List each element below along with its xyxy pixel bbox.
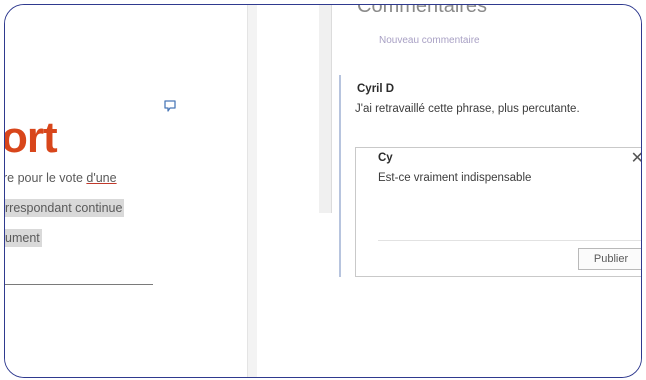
document-line-2: rrespondant continue (5, 199, 125, 217)
document-line-1-text: re pour le vote (4, 171, 87, 185)
reply-separator (378, 240, 641, 241)
document-line-2-highlight: rrespondant continue (5, 199, 125, 217)
document-line-1: re pour le vote d'une (4, 171, 117, 185)
screenshot-frame: ort re pour le vote d'une rrespondant co… (4, 4, 642, 378)
document-line-1-underlined: d'une (86, 171, 117, 185)
publish-button[interactable]: Publier (578, 248, 641, 270)
comments-pane-title: Commentaires (357, 4, 488, 17)
pane-scrollbar[interactable] (319, 5, 332, 213)
comments-pane: Commentaires Nouveau commentaire Cyril D… (257, 5, 641, 377)
document-area: ort re pour le vote d'une rrespondant co… (5, 5, 247, 377)
document-line-3: ument (5, 229, 42, 247)
comment-thread[interactable]: Cyril D J'ai retravaillé cette phrase, p… (339, 75, 641, 277)
new-comment-button[interactable]: Nouveau commentaire (379, 35, 480, 46)
comment-text: J'ai retravaillé cette phrase, plus perc… (355, 103, 580, 115)
comment-marker-icon[interactable] (163, 99, 177, 113)
document-line-3-highlight: ument (5, 229, 42, 247)
reply-box[interactable]: Cy ✕ Est-ce vraiment indispensable Publi… (355, 147, 641, 277)
comment-author: Cyril D (357, 83, 395, 95)
document-rule (5, 284, 153, 285)
close-icon[interactable]: ✕ (631, 148, 641, 168)
document-title: ort (4, 113, 58, 162)
reply-input[interactable]: Est-ce vraiment indispensable (378, 172, 531, 184)
reply-author: Cy (378, 152, 393, 164)
